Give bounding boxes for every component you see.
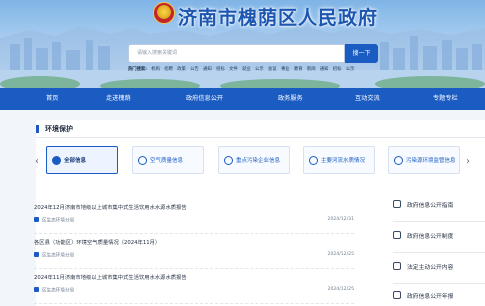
hot-word[interactable]: 事业 — [281, 67, 290, 72]
hot-word[interactable]: 机构 — [151, 67, 160, 72]
site-title: 济南市槐荫区人民政府 — [178, 7, 379, 29]
category-river-water[interactable]: 主要河流水质情况 — [303, 146, 375, 174]
source-label: 区生态环境分局 — [42, 288, 75, 294]
source-tag-icon — [34, 217, 39, 222]
nav-item-info-disclosure[interactable]: 政府信息公开 — [186, 88, 223, 110]
category-icon — [138, 156, 147, 165]
article-source: 区生态环境分局 — [34, 287, 74, 294]
search-input[interactable]: 请输入搜索关键词 — [128, 44, 345, 63]
nav-item-services[interactable]: 政务服务 — [278, 88, 303, 110]
hot-word[interactable]: 文件 — [229, 67, 238, 72]
hot-word[interactable]: 会议 — [268, 67, 277, 72]
sidebar-item-annual-report[interactable]: 政府信息公开年报 — [393, 289, 485, 305]
article-title[interactable]: 2024年11月济南市地级以上城市集中式生活饮用水水源水质报告 — [34, 273, 354, 281]
article-item: 各区县（功能区）环境空气质量情况（2024年11月） 区生态环境分局 2024/… — [34, 236, 354, 269]
hot-word[interactable]: 公示 — [346, 67, 355, 72]
next-arrow-icon[interactable]: › — [466, 156, 470, 167]
category-air-quality[interactable]: 空气质量信息 — [132, 146, 204, 174]
category-icon — [224, 156, 233, 165]
category-label: 主要河流水质情况 — [321, 157, 366, 164]
source-tag-icon — [34, 252, 39, 257]
hot-word[interactable]: 招聘 — [164, 67, 173, 72]
sidebar-item-statutory[interactable]: 法定主动公开内容 — [393, 260, 485, 276]
hot-word[interactable]: 公告 — [190, 67, 199, 72]
category-key-polluters[interactable]: 重点污染企业信息 — [218, 146, 290, 174]
search-button[interactable]: 搜一下 — [345, 44, 378, 63]
hot-word[interactable]: 就业 — [242, 67, 251, 72]
category-icon — [394, 156, 403, 165]
article-title[interactable]: 2024年12月济南市地级以上城市集中式生活饮用水水源水质报告 — [34, 203, 354, 211]
source-label: 区生态环境分局 — [42, 253, 75, 259]
article-source: 区生态环境分局 — [34, 252, 74, 259]
article-item: 2024年12月济南市地级以上城市集中式生活饮用水水源水质报告 区生态环境分局 … — [34, 201, 354, 234]
sidebar-divider — [393, 283, 485, 284]
annual-report-icon — [393, 291, 401, 299]
sidebar-item-label: 政府信息公开年报 — [407, 294, 454, 300]
hot-word[interactable]: 招标 — [216, 67, 225, 72]
hot-word[interactable]: 政策 — [177, 67, 186, 72]
category-label: 空气质量信息 — [150, 157, 184, 164]
hot-word[interactable]: 通知 — [203, 67, 212, 72]
hot-search-label: 热门搜索: — [128, 67, 147, 72]
sidebar-item-label: 政府信息公开制度 — [407, 234, 454, 240]
article-item: 2024年11月济南市地级以上城市集中式生活饮用水水源水质报告 区生态环境分局 … — [34, 271, 354, 304]
article-title[interactable]: 各区县（功能区）环境空气质量情况（2024年11月） — [34, 238, 354, 246]
hot-word[interactable]: 教育 — [294, 67, 303, 72]
nav-item-about[interactable]: 走进槐荫 — [106, 88, 131, 110]
article-date: 2024/12/25 — [327, 287, 354, 292]
rules-icon — [393, 231, 401, 239]
section-title: 环境保护 — [45, 125, 73, 133]
category-label: 全部信息 — [64, 157, 87, 164]
hot-word[interactable]: 招标 — [333, 67, 342, 72]
category-label: 污染源环境监管信息 — [406, 157, 456, 164]
article-date: 2024/12/31 — [327, 217, 354, 222]
hot-search-words: 热门搜索: 机构 招聘 政策 公告 通知 招标 文件 就业 公示 会议 事业 教… — [128, 66, 388, 74]
sidebar-item-label: 法定主动公开内容 — [407, 265, 454, 271]
article-date: 2024/12/25 — [327, 252, 354, 257]
category-all[interactable]: 全部信息 — [46, 146, 118, 174]
sidebar-divider — [393, 221, 485, 222]
national-emblem-icon — [153, 2, 175, 24]
sidebar-item-label: 政府信息公开指南 — [407, 203, 454, 209]
category-pollution-source[interactable]: 污染源环境监管信息 — [388, 146, 460, 174]
hot-word[interactable]: 公示 — [255, 67, 264, 72]
nav-item-home[interactable]: 首页 — [46, 88, 58, 110]
nav-item-interaction[interactable]: 互动交流 — [355, 88, 380, 110]
category-icon — [52, 156, 61, 165]
hot-word[interactable]: 新闻 — [307, 67, 316, 72]
guide-icon — [393, 200, 401, 208]
sidebar-divider — [393, 252, 485, 253]
category-label: 重点污染企业信息 — [236, 157, 281, 164]
main-nav: 首页 走进槐荫 政府信息公开 政务服务 互动交流 专题专栏 — [0, 88, 485, 110]
category-icon — [309, 156, 318, 165]
hot-word[interactable]: 通知 — [320, 67, 329, 72]
sidebar-item-rules[interactable]: 政府信息公开制度 — [393, 229, 485, 245]
source-label: 区生态环境分局 — [42, 218, 75, 224]
prev-arrow-icon[interactable]: ‹ — [35, 156, 39, 167]
section-title-marker — [36, 125, 39, 133]
sidebar-item-guide[interactable]: 政府信息公开指南 — [393, 198, 485, 214]
header-banner: 济南市槐荫区人民政府 请输入搜索关键词 搜一下 热门搜索: 机构 招聘 政策 公… — [0, 0, 485, 88]
source-tag-icon — [34, 287, 39, 292]
statutory-icon — [393, 262, 401, 270]
article-source: 区生态环境分局 — [34, 217, 74, 224]
nav-item-special[interactable]: 专题专栏 — [433, 88, 458, 110]
section-header: 环境保护 — [36, 120, 485, 138]
